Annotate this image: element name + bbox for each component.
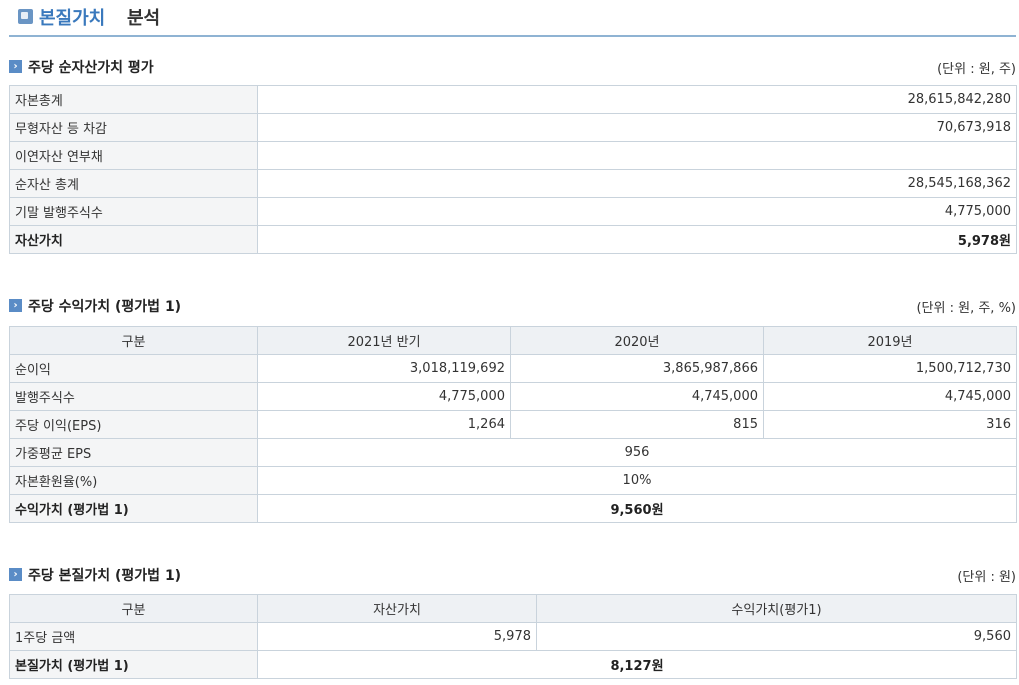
net-asset-title: 주당 순자산가치 평가	[28, 60, 154, 76]
row-label: 발행주식수	[9, 382, 258, 411]
header-row: 구분 2021년 반기 2020년 2019년	[9, 326, 1017, 355]
column-header: 수익가치(평가1)	[536, 594, 1017, 623]
row-label: 자본총계	[9, 85, 258, 114]
intrinsic-unit: (단위 : 원)	[957, 570, 1016, 585]
row-label: 순이익	[9, 354, 258, 383]
earning-value: 9,560	[536, 622, 1017, 651]
cell-value: 1,264	[257, 410, 511, 439]
total-label: 본질가치 (평가법 1)	[9, 650, 258, 679]
cell-value: 4,745,000	[763, 382, 1017, 411]
weighted-eps-value: 956	[257, 438, 1017, 467]
row-label: 자본환원율(%)	[9, 466, 258, 495]
earnings-title: 주당 수익가치 (평가법 1)	[28, 299, 182, 315]
table-row: 순이익 3,018,119,692 3,865,987,866 1,500,71…	[9, 354, 1017, 383]
row-value: 28,615,842,280	[257, 85, 1017, 114]
total-value: 9,560원	[257, 494, 1017, 523]
row-value	[257, 141, 1017, 170]
column-header: 자산가치	[257, 594, 537, 623]
title-bullet-icon	[18, 9, 33, 24]
intrinsic-table: 구분 자산가치 수익가치(평가1) 1주당 금액 5,978 9,560 본질가…	[9, 594, 1017, 679]
net-asset-section-header: › 주당 순자산가치 평가 (단위 : 원, 주)	[9, 57, 1016, 77]
row-label: 순자산 총계	[9, 169, 258, 198]
cell-value: 3,018,119,692	[257, 354, 511, 383]
column-header: 구분	[9, 594, 258, 623]
column-header: 2020년	[510, 326, 764, 355]
section-bullet-icon: ›	[9, 60, 22, 73]
total-row: 수익가치 (평가법 1) 9,560원	[9, 494, 1017, 523]
table-row: 순자산 총계 28,545,168,362	[9, 169, 1017, 198]
intrinsic-section-header: › 주당 본질가치 (평가법 1) (단위 : 원)	[9, 565, 1016, 585]
page-title-rest: 분석	[127, 8, 161, 29]
table-row: 자본총계 28,615,842,280	[9, 85, 1017, 114]
table-row: 1주당 금액 5,978 9,560	[9, 622, 1017, 651]
earnings-unit: (단위 : 원, 주, %)	[916, 301, 1016, 316]
net-asset-unit: (단위 : 원, 주)	[937, 62, 1016, 77]
table-row: 기말 발행주식수 4,775,000	[9, 197, 1017, 226]
cell-value: 4,775,000	[257, 382, 511, 411]
earnings-section-header: › 주당 수익가치 (평가법 1) (단위 : 원, 주, %)	[9, 296, 1016, 316]
row-label: 1주당 금액	[9, 622, 258, 651]
table-row: 자본환원율(%) 10%	[9, 466, 1017, 495]
total-row: 자산가치 5,978원	[9, 225, 1017, 254]
column-header: 2019년	[763, 326, 1017, 355]
total-row: 본질가치 (평가법 1) 8,127원	[9, 650, 1017, 679]
table-row: 무형자산 등 차감 70,673,918	[9, 113, 1017, 142]
table-row: 주당 이익(EPS) 1,264 815 316	[9, 410, 1017, 439]
table-row: 이연자산 연부채	[9, 141, 1017, 170]
total-label: 자산가치	[9, 225, 258, 254]
asset-value: 5,978	[257, 622, 537, 651]
row-label: 가중평균 EPS	[9, 438, 258, 467]
net-asset-table: 자본총계 28,615,842,280 무형자산 등 차감 70,673,918…	[9, 85, 1017, 254]
cell-value: 3,865,987,866	[510, 354, 764, 383]
cell-value: 4,745,000	[510, 382, 764, 411]
table-row: 발행주식수 4,775,000 4,745,000 4,745,000	[9, 382, 1017, 411]
cell-value: 815	[510, 410, 764, 439]
header-row: 구분 자산가치 수익가치(평가1)	[9, 594, 1017, 623]
total-label: 수익가치 (평가법 1)	[9, 494, 258, 523]
intrinsic-title: 주당 본질가치 (평가법 1)	[28, 568, 182, 584]
row-label: 기말 발행주식수	[9, 197, 258, 226]
row-label: 주당 이익(EPS)	[9, 410, 258, 439]
section-bullet-icon: ›	[9, 568, 22, 581]
column-header: 2021년 반기	[257, 326, 511, 355]
cell-value: 316	[763, 410, 1017, 439]
page-title-highlight: 본질가치	[39, 8, 106, 29]
earnings-table: 구분 2021년 반기 2020년 2019년 순이익 3,018,119,69…	[9, 326, 1017, 523]
row-label: 이연자산 연부채	[9, 141, 258, 170]
section-bullet-icon: ›	[9, 299, 22, 312]
row-value: 28,545,168,362	[257, 169, 1017, 198]
row-value: 4,775,000	[257, 197, 1017, 226]
column-header: 구분	[9, 326, 258, 355]
cell-value: 1,500,712,730	[763, 354, 1017, 383]
row-value: 70,673,918	[257, 113, 1017, 142]
table-row: 가중평균 EPS 956	[9, 438, 1017, 467]
row-label: 무형자산 등 차감	[9, 113, 258, 142]
page-header: 본질가치 분석	[9, 0, 1016, 37]
total-value: 8,127원	[257, 650, 1017, 679]
cap-rate-value: 10%	[257, 466, 1017, 495]
total-value: 5,978원	[257, 225, 1017, 254]
